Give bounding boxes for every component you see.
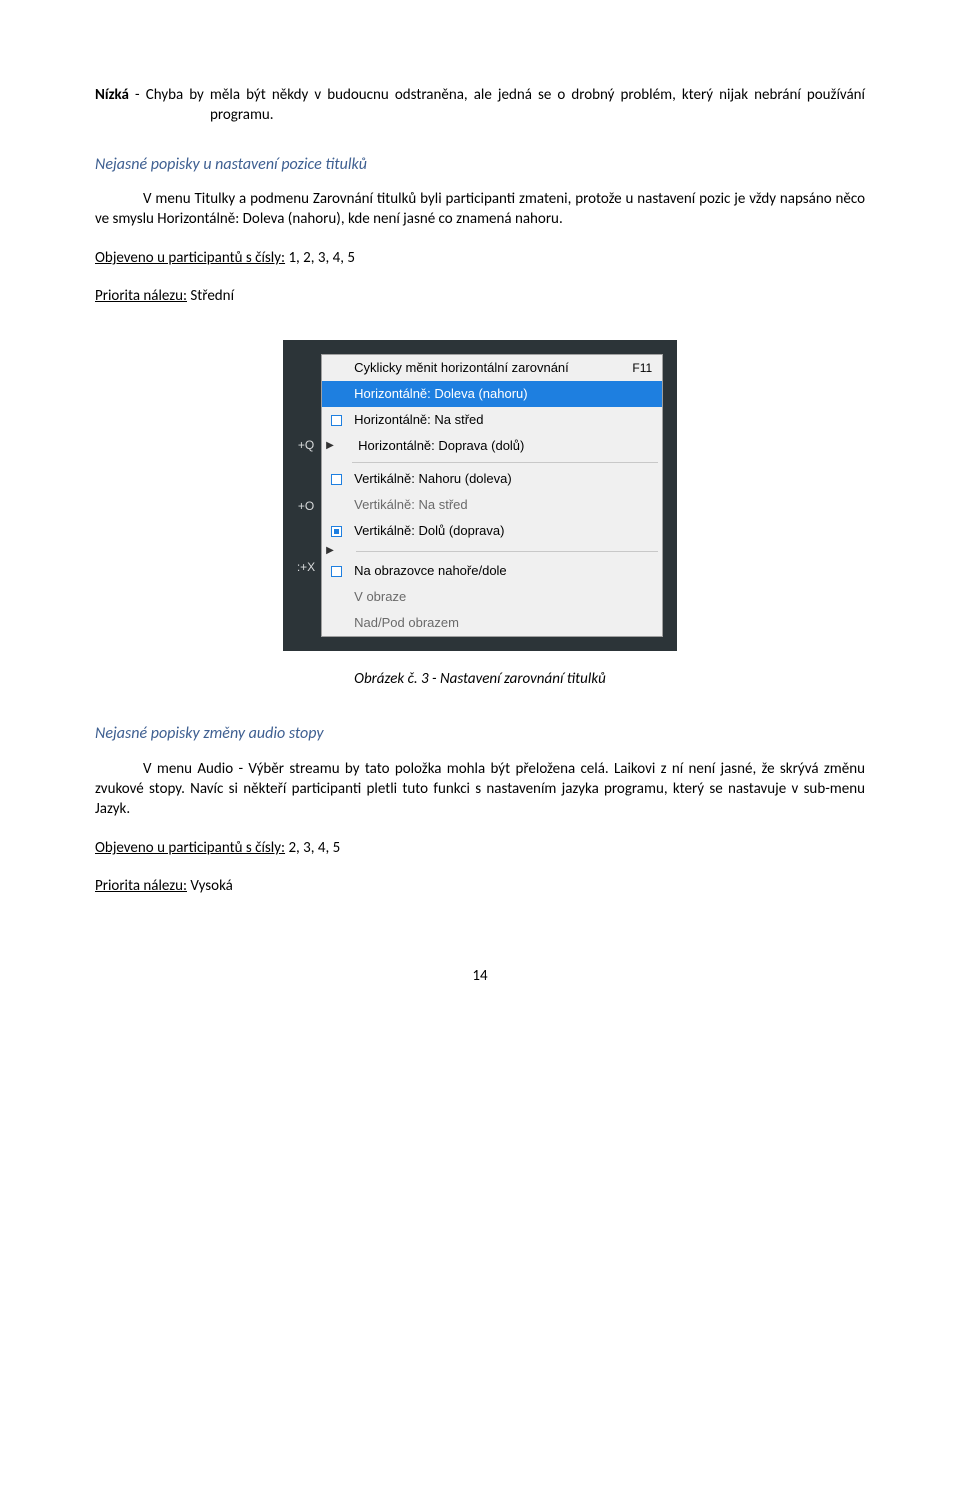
section2-priority: Priorita nálezu: Vysoká xyxy=(95,876,865,896)
radio-icon xyxy=(331,415,342,426)
figure-caption: Obrázek č. 3 - Nastavení zarovnání titul… xyxy=(95,669,865,689)
page-number: 14 xyxy=(95,966,865,986)
menu-item-label: Na obrazovce nahoře/dole xyxy=(350,562,652,580)
submenu-arrow-icon: ▶ xyxy=(322,544,354,558)
found-label: Objeveno u participantů s čísly: xyxy=(95,249,285,267)
menu-item-v-up[interactable]: Vertikálně: Nahoru (doleva) xyxy=(322,466,662,492)
radio-icon xyxy=(331,474,342,485)
definition-text: - Chyba by měla být někdy v budoucnu ods… xyxy=(129,86,865,124)
radio-icon xyxy=(331,526,342,537)
menu-item-label: Vertikálně: Nahoru (doleva) xyxy=(350,470,652,488)
section2-found: Objeveno u participantů s čísly: 2, 3, 4… xyxy=(95,838,865,858)
found-value: 2, 3, 4, 5 xyxy=(285,839,340,857)
menu-item-inpicture[interactable]: V obraze xyxy=(322,584,662,610)
section1-heading: Nejasné popisky u nastavení pozice titul… xyxy=(95,154,865,176)
priority-value: Vysoká xyxy=(187,877,233,895)
priority-value: Střední xyxy=(187,287,234,305)
menu-item-label: Vertikálně: Dolů (doprava) xyxy=(350,522,652,540)
menu-item-accel: F11 xyxy=(632,360,652,376)
menu-item-label: Horizontálně: Na střed xyxy=(350,411,652,429)
section1-paragraph: V menu Titulky a podmenu Zarovnání titul… xyxy=(95,189,865,230)
menu-item-cyclic[interactable]: Cyklicky měnit horizontální zarovnání F1… xyxy=(322,355,662,381)
definition-paragraph: Nízká - Chyba by měla být někdy v budouc… xyxy=(95,85,865,126)
menu-separator xyxy=(352,462,658,463)
menu-item-v-center[interactable]: Vertikálně: Na střed xyxy=(322,492,662,518)
shortcut-x: :+X xyxy=(297,559,315,575)
menu-item-label: Vertikálně: Na střed xyxy=(350,496,652,514)
figure-screenshot: +Q +O :+X Cyklicky měnit horizontální za… xyxy=(95,340,865,651)
menu-item-onscreen[interactable]: Na obrazovce nahoře/dole xyxy=(322,558,662,584)
menu-item-label: Cyklicky měnit horizontální zarovnání xyxy=(350,359,632,377)
shortcut-q: +Q xyxy=(297,437,315,453)
menu-item-above-below[interactable]: Nad/Pod obrazem xyxy=(322,610,662,636)
section1-priority: Priorita nálezu: Střední xyxy=(95,286,865,306)
section1-found: Objeveno u participantů s čísly: 1, 2, 3… xyxy=(95,248,865,268)
section2-paragraph: V menu Audio - Výběr streamu by tato pol… xyxy=(95,759,865,820)
menu-item-h-center[interactable]: Horizontálně: Na střed xyxy=(322,407,662,433)
menu-item-label: Horizontálně: Doprava (dolů) xyxy=(354,437,652,455)
menu-item-v-down[interactable]: Vertikálně: Dolů (doprava) xyxy=(322,518,662,544)
menu-item-h-right[interactable]: ▶ Horizontálně: Doprava (dolů) xyxy=(322,433,662,459)
submenu-arrow-icon: ▶ xyxy=(322,439,354,453)
found-value: 1, 2, 3, 4, 5 xyxy=(285,249,355,267)
menu-item-label: Nad/Pod obrazem xyxy=(350,614,652,632)
priority-label: Priorita nálezu: xyxy=(95,287,187,305)
menu-item-label: Horizontálně: Doleva (nahoru) xyxy=(350,385,652,403)
radio-icon xyxy=(331,566,342,577)
menu-item-label: V obraze xyxy=(350,588,652,606)
found-label: Objeveno u participantů s čísly: xyxy=(95,839,285,857)
shortcut-strip: +Q +O :+X xyxy=(297,354,321,637)
menu-item-h-left[interactable]: Horizontálně: Doleva (nahoru) xyxy=(322,381,662,407)
definition-lead: Nízká xyxy=(95,86,129,104)
shortcut-o: +O xyxy=(297,498,315,514)
priority-label: Priorita nálezu: xyxy=(95,877,187,895)
menu-separator xyxy=(356,551,658,552)
section2-heading: Nejasné popisky změny audio stopy xyxy=(95,723,865,745)
context-menu: Cyklicky měnit horizontální zarovnání F1… xyxy=(321,354,663,637)
